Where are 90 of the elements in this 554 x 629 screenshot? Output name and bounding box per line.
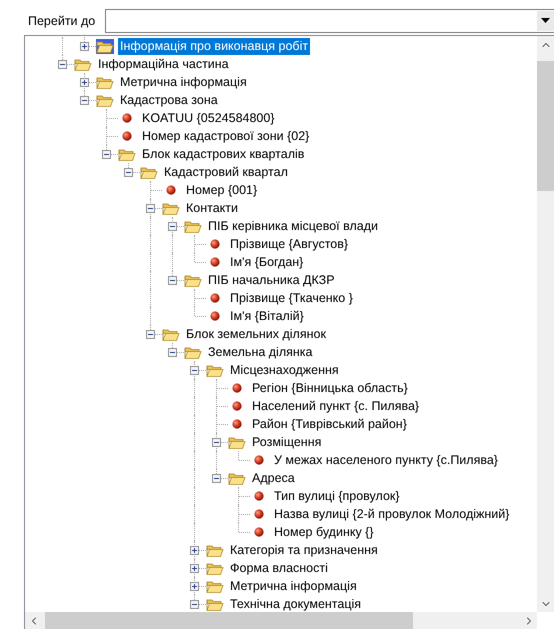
collapse-toggle[interactable] [58, 60, 67, 69]
collapse-toggle[interactable] [168, 222, 177, 231]
scrollbar-thumb[interactable] [45, 612, 413, 629]
field-dot-icon [254, 455, 264, 465]
tree-item[interactable]: Кадастрова зона [118, 92, 220, 108]
tree-item[interactable]: Район {Тиврівський район} [250, 416, 409, 432]
field-dot-icon [232, 383, 242, 393]
folder-icon [228, 434, 246, 450]
folder-icon [206, 578, 224, 594]
expand-toggle[interactable] [80, 78, 89, 87]
folder-icon [184, 272, 202, 288]
folder-icon [228, 470, 246, 486]
expand-toggle[interactable] [190, 564, 199, 573]
field-dot-icon [232, 401, 242, 411]
collapse-toggle[interactable] [190, 366, 199, 375]
collapse-toggle[interactable] [212, 474, 221, 483]
goto-label: Перейти до [28, 14, 96, 28]
field-dot-icon [122, 131, 132, 141]
field-dot-icon [254, 509, 264, 519]
collapse-toggle[interactable] [212, 438, 221, 447]
tree-item[interactable]: Прізвище {Ткаченко } [228, 290, 355, 306]
field-dot-icon [232, 419, 242, 429]
tree-item[interactable]: Кадастровий квартал [162, 164, 290, 180]
vertical-scrollbar[interactable] [537, 36, 554, 612]
tree-item[interactable]: Розміщення [250, 434, 324, 450]
tree-item[interactable]: Технічна документація [228, 596, 364, 612]
tree-item[interactable]: Блок земельних ділянок [184, 326, 328, 342]
collapse-toggle[interactable] [146, 330, 155, 339]
expand-toggle[interactable] [80, 42, 89, 51]
scrollbar-thumb[interactable] [537, 61, 554, 191]
tree-item[interactable]: Категорія та призначення [228, 542, 380, 558]
field-dot-icon [254, 491, 264, 501]
tree-item[interactable]: Інформація про виконавця робіт [118, 38, 310, 54]
tree-item[interactable]: ПІБ начальника ДКЗР [206, 272, 337, 288]
expand-toggle[interactable] [190, 582, 199, 591]
expand-toggle[interactable] [190, 546, 199, 555]
collapse-toggle[interactable] [190, 600, 199, 609]
caret-icon [541, 18, 550, 23]
field-dot-icon [210, 239, 220, 249]
folder-icon [140, 164, 158, 180]
tree-item[interactable]: Ім'я {Віталій} [228, 308, 306, 324]
tree-item[interactable]: Місцезнаходження [228, 362, 341, 378]
folder-icon [206, 560, 224, 576]
folder-icon [162, 326, 180, 342]
tree-item[interactable]: ПІБ керівника місцевої влади [206, 218, 380, 234]
folder-icon [96, 38, 114, 54]
tree-item[interactable]: Тип вулиці {провулок} [272, 488, 402, 504]
tree-item[interactable]: Ім'я {Богдан} [228, 254, 306, 270]
folder-icon [96, 74, 114, 90]
collapse-toggle[interactable] [80, 96, 89, 105]
collapse-toggle[interactable] [124, 168, 133, 177]
tree-item[interactable]: KOATUU {0524584800} [140, 110, 277, 126]
tree-item[interactable]: Форма власності [228, 560, 330, 576]
tree-item[interactable]: Прізвище {Августов} [228, 236, 350, 252]
collapse-toggle[interactable] [168, 276, 177, 285]
tree-item[interactable]: У межах населеного пункту {с.Пилява} [272, 452, 500, 468]
folder-icon [162, 200, 180, 216]
tree-item[interactable]: Адреса [250, 470, 297, 486]
field-dot-icon [210, 293, 220, 303]
folder-icon [96, 92, 114, 108]
tree-item[interactable]: Блок кадастрових кварталів [140, 146, 306, 162]
tree-item[interactable]: Населений пункт {с. Пилява} [250, 398, 422, 414]
field-dot-icon [122, 113, 132, 123]
collapse-toggle[interactable] [102, 150, 111, 159]
goto-combobox[interactable] [105, 8, 554, 32]
folder-icon [74, 56, 92, 72]
collapse-toggle[interactable] [146, 204, 155, 213]
folder-icon [206, 542, 224, 558]
folder-icon [184, 344, 202, 360]
tree-item[interactable]: Метрична інформація [228, 578, 359, 594]
tree-item[interactable]: Регіон {Вінницька область} [250, 380, 410, 396]
folder-icon [206, 596, 224, 612]
folder-icon [118, 146, 136, 162]
tree-item[interactable]: Назва вулиці {2-й провулок Молодіжний} [272, 506, 512, 522]
field-dot-icon [210, 311, 220, 321]
tree-item[interactable]: Номер будинку {} [272, 524, 376, 540]
tree-item[interactable]: Номер кадастрової зони {02} [140, 128, 312, 144]
folder-icon [206, 362, 224, 378]
tree-item[interactable]: Номер {001} [184, 182, 260, 198]
folder-icon [184, 218, 202, 234]
field-dot-icon [166, 185, 176, 195]
field-dot-icon [254, 527, 264, 537]
tree-item[interactable]: Метрична інформація [118, 74, 249, 90]
dropdown-button[interactable] [537, 10, 554, 30]
collapse-toggle[interactable] [168, 348, 177, 357]
tree-item[interactable]: Земельна ділянка [206, 344, 314, 360]
tree-item[interactable]: Інформаційна частина [96, 56, 231, 72]
tree-item[interactable]: Контакти [184, 200, 240, 216]
horizontal-scrollbar[interactable] [25, 612, 537, 629]
field-dot-icon [210, 257, 220, 267]
